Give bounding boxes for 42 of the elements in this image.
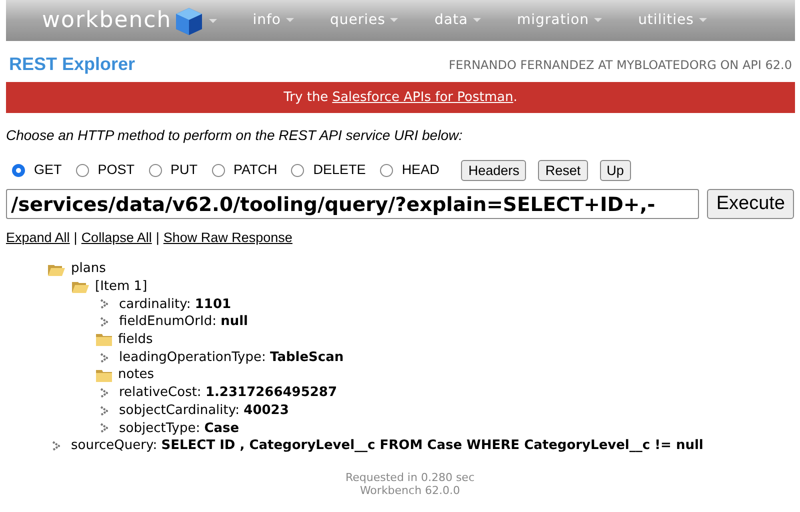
link-separator: |	[156, 229, 160, 247]
bullet-icon	[100, 317, 108, 328]
link-separator: |	[74, 229, 78, 247]
method-radio[interactable]: POST	[76, 160, 135, 181]
bullet-icon	[100, 423, 108, 434]
banner-text: Try the	[284, 88, 328, 107]
method-radio[interactable]: GET	[12, 160, 62, 181]
tree-node[interactable]: [Item 1]	[95, 277, 148, 297]
action-link[interactable]: Collapse All	[81, 228, 152, 248]
user-info: FERNANDO FERNANDEZ AT MYBLOATEDORG ON API 62.0	[448, 56, 792, 74]
action-link[interactable]: Expand All	[6, 228, 70, 248]
method-radio[interactable]: DELETE	[291, 160, 366, 181]
tree-entry: sobjectType: Case	[119, 420, 240, 438]
tree-node[interactable]: fields	[118, 330, 153, 350]
bullet-icon	[100, 406, 108, 416]
execute-button[interactable]: Execute	[707, 189, 794, 219]
bullet-icon	[100, 388, 108, 398]
tree-entry: fieldEnumOrId: null	[119, 313, 248, 332]
page-title: REST Explorer	[9, 53, 136, 76]
tree-entry: sourceQuery: SELECT ID , CategoryLevel__c FROM Case WHERE CategoryLevel__c != null	[71, 437, 704, 456]
action-link[interactable]: Show Raw Response	[163, 228, 292, 248]
reset-button[interactable]: Reset	[538, 160, 588, 181]
tree-entry: cardinality: 1101	[119, 296, 232, 314]
tree-entry: leadingOperationType: TableScan	[119, 348, 344, 367]
bullet-icon	[100, 299, 108, 310]
bullet-icon	[52, 440, 60, 451]
method-radio[interactable]: HEAD	[380, 160, 440, 181]
banner-text: .	[513, 88, 518, 107]
postman-link[interactable]: Salesforce APIs for Postman	[332, 88, 514, 108]
up-button[interactable]: Up	[600, 160, 631, 181]
tree-entry: sobjectCardinality: 40023	[119, 402, 289, 420]
method-radio[interactable]: PATCH	[212, 160, 278, 181]
method-radio[interactable]: PUT	[148, 160, 198, 181]
tree-entry: relativeCost: 1.2317266495287	[119, 384, 338, 402]
tree-node[interactable]: notes	[118, 365, 154, 385]
footer-text: Requested in 0.280 sec	[346, 470, 474, 484]
headers-button[interactable]: Headers	[461, 160, 526, 181]
instruction-text: Choose an HTTP method to perform on the REST API service URI below:	[6, 126, 464, 145]
uri-field[interactable]: /services/data/v62.0/tooling/query/?explain=SELECT+ID+,-	[6, 189, 700, 219]
tree-node[interactable]: plans	[71, 259, 106, 279]
footer-text: Workbench 62.0.0	[360, 484, 460, 497]
bullet-icon	[100, 352, 108, 363]
